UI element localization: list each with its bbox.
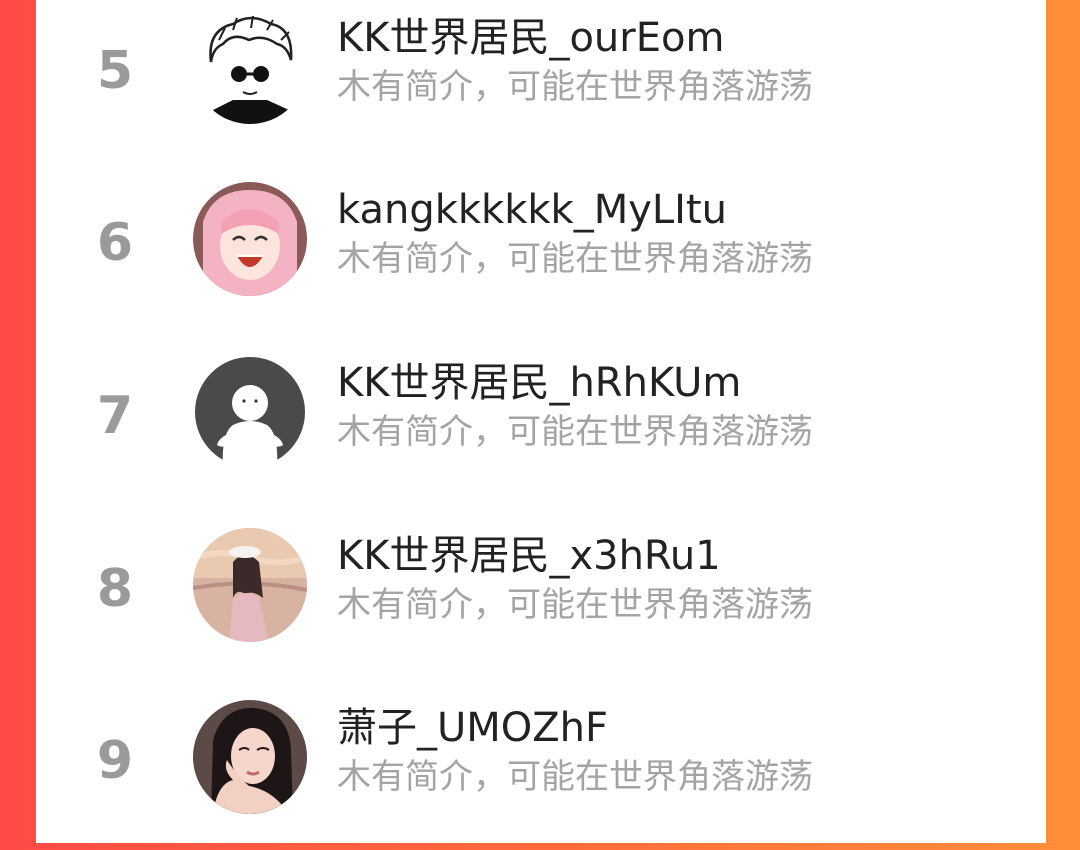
rank-number: 6	[96, 213, 134, 273]
user-bio: 木有简介，可能在世界角落游荡	[337, 67, 813, 107]
user-bio: 木有简介，可能在世界角落游荡	[337, 757, 813, 797]
cartoon-sunglasses-avatar-icon[interactable]	[193, 10, 307, 124]
user-name[interactable]: kangkkkkkk_MyLItu	[337, 184, 727, 236]
sunset-girl-avatar-icon[interactable]	[193, 528, 307, 642]
ranking-list: 5 KK世界居民_ourEom 木有简介，可能在世界角落游荡 6 kangkkk…	[36, 0, 1046, 843]
user-name[interactable]: KK世界居民_ourEom	[337, 12, 724, 64]
user-bio: 木有简介，可能在世界角落游荡	[337, 239, 813, 279]
list-item[interactable]: 8 KK世界居民_x3hRu1 木有简介，可能在世界角落游荡	[36, 518, 1046, 678]
default-ghost-avatar-icon[interactable]	[193, 355, 307, 469]
list-item[interactable]: 9 萧子_UMOZhF 木有简介，可能在世界角落游荡	[36, 690, 1046, 850]
rank-number: 9	[96, 731, 134, 791]
rank-number: 5	[96, 41, 134, 101]
user-name[interactable]: 萧子_UMOZhF	[337, 702, 608, 754]
rank-number: 8	[96, 559, 134, 619]
list-item[interactable]: 7 KK世界居民_hRhKUm 木有简介，可能在世界角落游荡	[36, 345, 1046, 505]
user-bio: 木有简介，可能在世界角落游荡	[337, 585, 813, 625]
list-item[interactable]: 6 kangkkkkkk_MyLItu 木有简介，可能在世界角落游荡	[36, 172, 1046, 332]
woman-photo-avatar-icon[interactable]	[193, 700, 307, 814]
pink-anime-girl-avatar-icon[interactable]	[193, 182, 307, 296]
list-item[interactable]: 5 KK世界居民_ourEom 木有简介，可能在世界角落游荡	[36, 0, 1046, 160]
rank-number: 7	[96, 386, 134, 446]
user-name[interactable]: KK世界居民_x3hRu1	[337, 530, 721, 582]
user-name[interactable]: KK世界居民_hRhKUm	[337, 357, 741, 409]
user-bio: 木有简介，可能在世界角落游荡	[337, 412, 813, 452]
